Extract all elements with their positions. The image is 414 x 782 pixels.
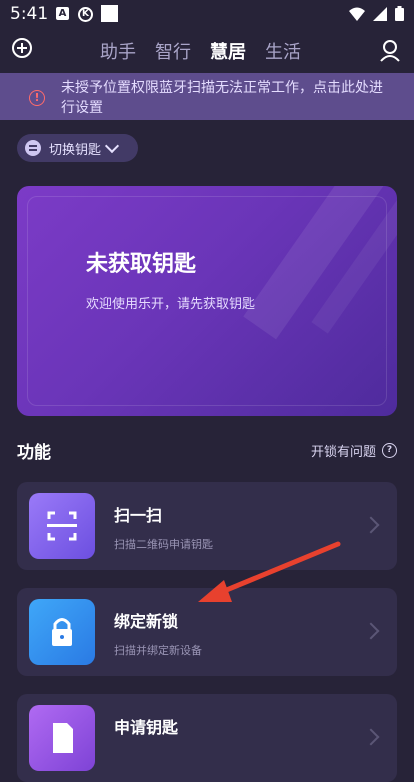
status-bar: 5:41 A K bbox=[0, 0, 414, 28]
card-name: 绑定新锁 bbox=[114, 612, 179, 631]
wifi-icon bbox=[349, 7, 365, 21]
key-card-subtitle: 欢迎使用乐开，请先获取钥匙 bbox=[86, 297, 256, 312]
card-name: 申请钥匙 bbox=[114, 718, 179, 737]
apply-key-icon bbox=[29, 705, 95, 771]
card-desc: 扫描并绑定新设备 bbox=[114, 644, 202, 657]
add-icon[interactable] bbox=[12, 38, 32, 58]
a-notification-icon: A bbox=[56, 7, 69, 20]
status-icons bbox=[349, 6, 404, 21]
key-card[interactable]: 未获取钥匙 欢迎使用乐开，请先获取钥匙 bbox=[17, 186, 397, 416]
lock-icon bbox=[29, 599, 95, 665]
tab-life[interactable]: 生活 bbox=[265, 38, 301, 64]
tab-bar: 助手 智行 慧居 生活 bbox=[100, 38, 301, 64]
chevron-right-icon bbox=[362, 728, 380, 746]
square-notification-icon bbox=[101, 5, 118, 22]
unlock-help-link[interactable]: 开锁有问题 ? bbox=[311, 441, 397, 460]
tab-assistant[interactable]: 助手 bbox=[100, 38, 136, 64]
warning-text: 未授予位置权限蓝牙扫描无法正常工作，点击此处进行设置 bbox=[61, 80, 383, 116]
warning-icon: ! bbox=[29, 90, 45, 106]
chevron-right-icon bbox=[362, 622, 380, 640]
key-card-title: 未获取钥匙 bbox=[86, 252, 197, 277]
tab-smart-home[interactable]: 慧居 bbox=[210, 38, 246, 64]
permission-warning-banner[interactable]: ! 未授予位置权限蓝牙扫描无法正常工作，点击此处进行设置 bbox=[0, 73, 414, 120]
switch-key-label: 切换钥匙 bbox=[49, 142, 102, 158]
question-icon: ? bbox=[382, 443, 397, 458]
user-icon[interactable] bbox=[380, 40, 400, 62]
chevron-down-icon bbox=[104, 138, 120, 154]
k-notification-icon: K bbox=[78, 7, 93, 22]
red-annotation-arrow bbox=[198, 541, 341, 602]
signal-icon bbox=[373, 6, 387, 21]
battery-icon bbox=[395, 6, 404, 21]
switch-key-button[interactable]: 切换钥匙 bbox=[17, 134, 138, 162]
chevron-right-icon bbox=[362, 516, 380, 534]
switch-icon bbox=[25, 140, 41, 156]
card-name: 扫一扫 bbox=[114, 506, 163, 525]
top-navigation: 助手 智行 慧居 生活 bbox=[0, 30, 414, 72]
functions-heading: 功能 bbox=[17, 443, 51, 463]
unlock-help-label: 开锁有问题 bbox=[310, 445, 376, 460]
scan-icon bbox=[29, 493, 95, 559]
status-time: 5:41 bbox=[10, 4, 49, 24]
function-card-apply-key[interactable]: 申请钥匙 bbox=[17, 694, 397, 782]
tab-smart-travel[interactable]: 智行 bbox=[155, 38, 191, 64]
